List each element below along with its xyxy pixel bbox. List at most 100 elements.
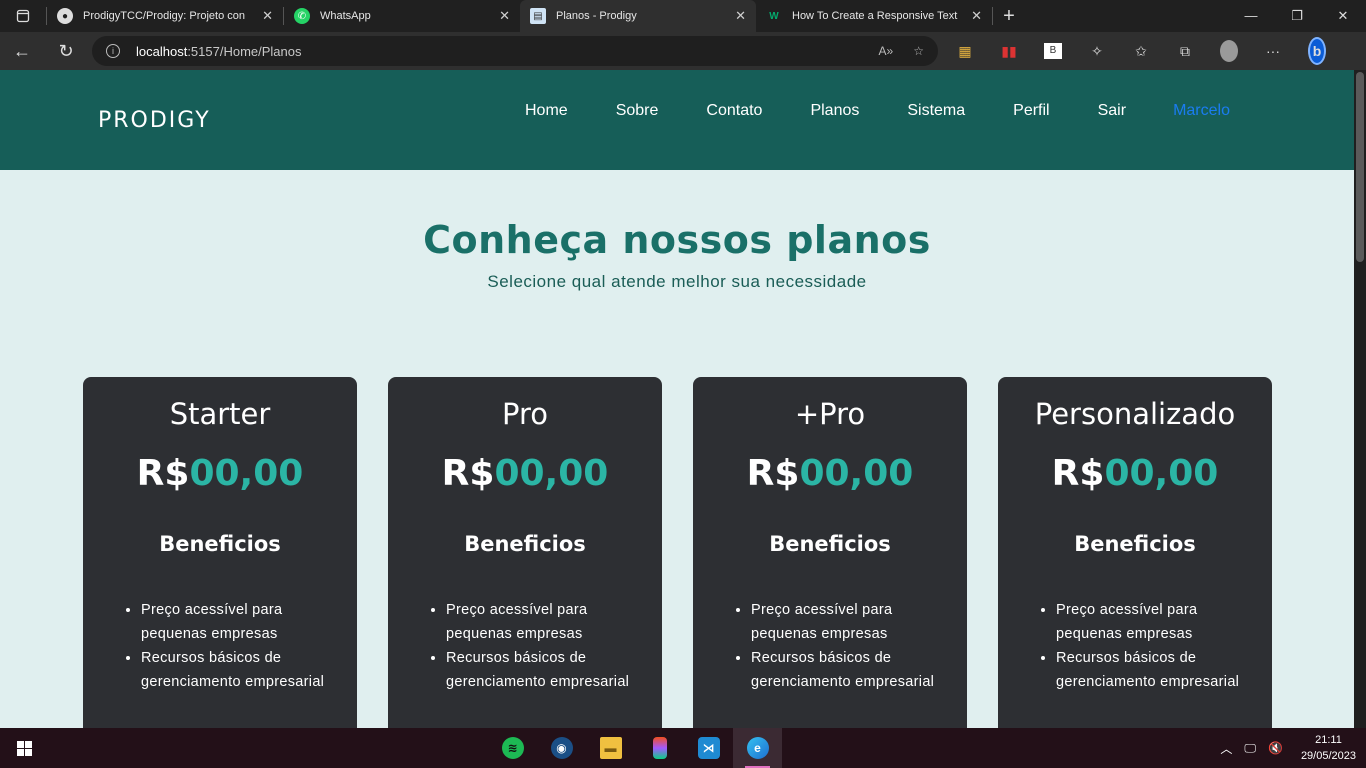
price-value: 00,00 [799, 453, 914, 494]
close-icon[interactable]: ✕ [499, 8, 510, 24]
site-nav: Home Sobre Contato Planos Sistema Perfil… [525, 102, 1230, 120]
benefit-item: Recursos básicos de gerenciamento empres… [1056, 646, 1246, 694]
taskbar-steam[interactable]: ◉ [537, 728, 586, 768]
address-bar[interactable]: i localhost:5157/Home/Planos A» ☆ [92, 36, 938, 66]
url-host: localhost [136, 43, 188, 59]
price-value: 00,00 [494, 453, 609, 494]
clock-date: 29/05/2023 [1300, 750, 1356, 762]
tab-title: How To Create a Responsive Text [792, 10, 958, 22]
benefits-list: Preço acessível para pequenas empresas R… [751, 598, 941, 694]
tab-planos[interactable]: ▤ Planos - Prodigy ✕ [520, 0, 756, 32]
taskbar-vscode[interactable]: ⋊ [684, 728, 733, 768]
taskbar-edge[interactable]: e [733, 728, 782, 768]
tab-w3schools[interactable]: W How To Create a Responsive Text ✕ [756, 0, 992, 32]
back-icon[interactable]: ← [0, 41, 44, 62]
vscode-icon: ⋊ [697, 737, 720, 759]
nav-perfil[interactable]: Perfil [1013, 102, 1049, 120]
nav-sair[interactable]: Sair [1098, 102, 1126, 120]
add-favorite-icon[interactable]: ☆ [913, 44, 924, 58]
hero-section: Conheça nossos planos Selecione qual ate… [0, 170, 1354, 292]
system-tray: ︿ 🖵 🔇 21:11 29/05/2023 [1220, 732, 1356, 764]
benefit-item: Recursos básicos de gerenciamento empres… [751, 646, 941, 694]
tab-github[interactable]: ● ProdigyTCC/Prodigy: Projeto con ✕ [47, 0, 283, 32]
price-value: 00,00 [1104, 453, 1219, 494]
extension-color-icon[interactable]: ▦ [956, 43, 974, 60]
address-toolbar: ← ↻ i localhost:5157/Home/Planos A» ☆ ▦ … [0, 32, 1366, 70]
benefits-list: Preço acessível para pequenas empresas R… [141, 598, 331, 694]
close-icon[interactable]: ✕ [971, 8, 982, 24]
nav-user[interactable]: Marcelo [1173, 102, 1230, 120]
price-currency: R$ [1051, 453, 1105, 494]
w3schools-icon: W [769, 10, 779, 22]
more-icon[interactable]: ··· [1264, 43, 1282, 59]
plan-card-pro[interactable]: Pro R$00,00 Beneficios Preço acessível p… [388, 377, 662, 728]
plan-card-plus-pro[interactable]: +Pro R$00,00 Beneficios Preço acessível … [693, 377, 967, 728]
profile-avatar[interactable] [1220, 40, 1238, 62]
extensions-puzzle-icon[interactable]: ✧ [1088, 43, 1106, 60]
minimize-icon[interactable]: — [1228, 8, 1274, 24]
figma-icon [652, 737, 667, 759]
file-explorer-icon: ▬ [599, 737, 622, 759]
extension-audio-icon[interactable]: ▮▮ [1000, 43, 1018, 60]
windows-logo-icon [16, 740, 32, 756]
benefits-list: Preço acessível para pequenas empresas R… [1056, 598, 1246, 694]
page-icon: ▤ [530, 8, 546, 24]
tab-actions-button[interactable] [0, 0, 46, 32]
benefits-title: Beneficios [159, 532, 281, 556]
plan-card-personalizado[interactable]: Personalizado R$00,00 Beneficios Preço a… [998, 377, 1272, 728]
plan-name: Pro [501, 397, 548, 431]
whatsapp-icon: ✆ [294, 8, 310, 24]
clock-time: 21:11 [1315, 734, 1342, 746]
plan-card-starter[interactable]: Starter R$00,00 Beneficios Preço acessív… [83, 377, 357, 728]
benefits-title: Beneficios [769, 532, 891, 556]
benefit-item: Preço acessível para pequenas empresas [1056, 598, 1246, 646]
spotify-icon: ≋ [501, 737, 524, 759]
price-value: 00,00 [189, 453, 304, 494]
price-currency: R$ [746, 453, 800, 494]
bing-icon[interactable]: b [1308, 37, 1326, 65]
taskbar-file-explorer[interactable]: ▬ [586, 728, 635, 768]
plan-name: +Pro [794, 397, 866, 431]
refresh-icon[interactable]: ↻ [44, 41, 88, 62]
extension-b-icon[interactable]: B [1044, 43, 1062, 59]
windows-taskbar: ≋ ◉ ▬ ⋊ e ︿ 🖵 🔇 21:11 29/05/2023 [0, 728, 1366, 768]
benefit-item: Preço acessível para pequenas empresas [141, 598, 331, 646]
chevron-up-icon[interactable]: ︿ [1220, 740, 1232, 757]
collections-icon[interactable]: ⧉ [1176, 43, 1194, 60]
site-header: PRODIGY Home Sobre Contato Planos Sistem… [0, 70, 1354, 170]
restore-icon[interactable]: ❐ [1274, 8, 1320, 24]
nav-sistema[interactable]: Sistema [907, 102, 965, 120]
plan-cards: Starter R$00,00 Beneficios Preço acessív… [83, 377, 1272, 728]
taskbar-spotify[interactable]: ≋ [488, 728, 537, 768]
site-logo[interactable]: PRODIGY [98, 108, 211, 133]
new-tab-button[interactable]: + [993, 5, 1025, 28]
tab-title: ProdigyTCC/Prodigy: Projeto con [83, 10, 246, 22]
favorites-icon[interactable]: ✩ [1132, 43, 1150, 60]
network-icon[interactable]: 🖵 [1244, 741, 1256, 756]
price-currency: R$ [136, 453, 190, 494]
tab-whatsapp[interactable]: ✆ WhatsApp ✕ [284, 0, 520, 32]
browser-tab-bar: ● ProdigyTCC/Prodigy: Projeto con ✕ ✆ Wh… [0, 0, 1366, 32]
info-icon[interactable]: i [106, 44, 120, 58]
start-button[interactable] [0, 728, 48, 768]
volume-muted-icon[interactable]: 🔇 [1268, 741, 1283, 755]
taskbar-figma[interactable] [635, 728, 684, 768]
edge-icon: e [746, 737, 769, 759]
nav-planos[interactable]: Planos [810, 102, 859, 120]
extensions-area: ▦ ▮▮ B ✧ ✩ ⧉ ··· b [956, 37, 1326, 65]
close-icon[interactable]: ✕ [735, 8, 746, 24]
plan-price: R$00,00 [693, 453, 967, 494]
scrollbar-thumb[interactable] [1356, 72, 1364, 262]
clock[interactable]: 21:11 29/05/2023 [1301, 732, 1356, 764]
benefits-title: Beneficios [1074, 532, 1196, 556]
read-aloud-icon[interactable]: A» [879, 44, 894, 58]
nav-contato[interactable]: Contato [706, 102, 762, 120]
benefits-title: Beneficios [464, 532, 586, 556]
page-viewport: PRODIGY Home Sobre Contato Planos Sistem… [0, 70, 1354, 728]
page-scrollbar[interactable] [1354, 70, 1366, 728]
nav-sobre[interactable]: Sobre [616, 102, 659, 120]
plan-price: R$00,00 [83, 453, 357, 494]
close-icon[interactable]: ✕ [262, 8, 273, 24]
nav-home[interactable]: Home [525, 102, 568, 120]
window-close-icon[interactable]: ✕ [1320, 8, 1366, 24]
